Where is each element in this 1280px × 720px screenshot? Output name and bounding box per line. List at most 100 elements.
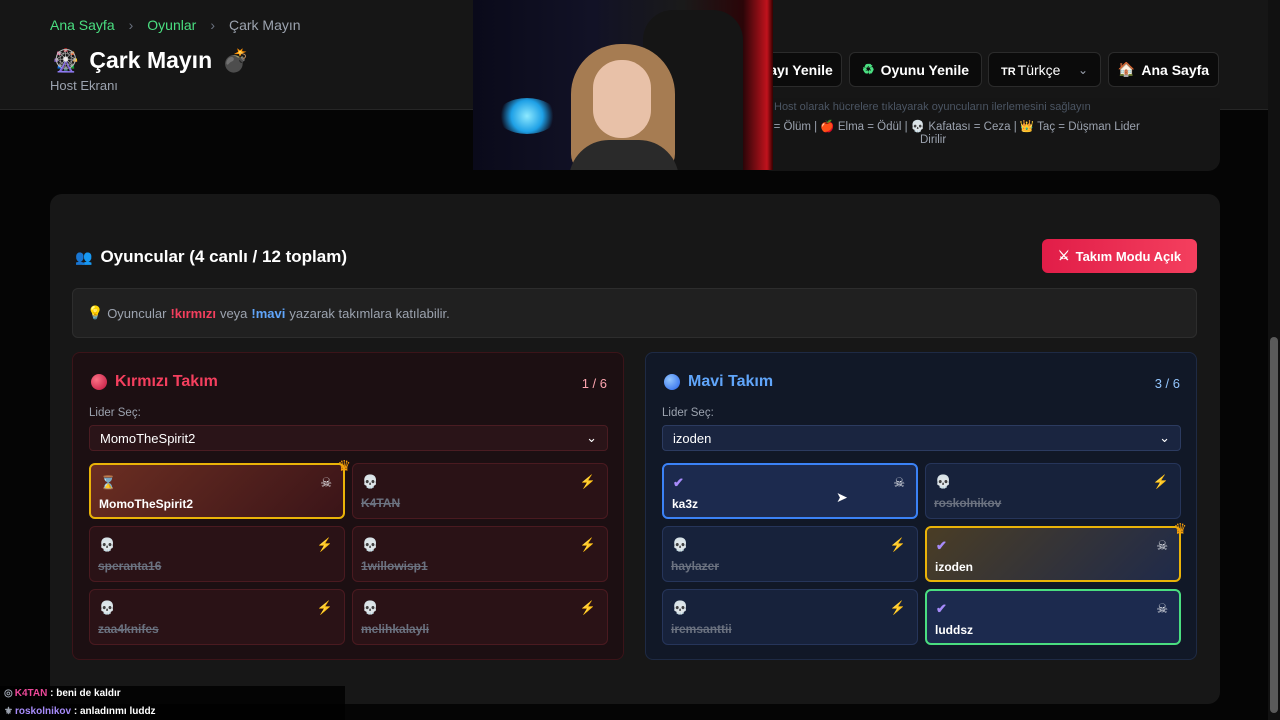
player-card[interactable]: 💀 1willowisp1 ⚡ [352,526,608,582]
chevron-right-icon: › [128,17,134,33]
player-card[interactable]: 💀 iremsanttii ⚡ [662,589,918,645]
info-legend: Host olarak hücrelere tıklayarak oyuncul… [760,98,1220,171]
skull-icon: 💀 [935,474,952,489]
skull-icon: 💀 [672,600,689,615]
team-mode-label: Takım Modu Açık [1075,248,1182,264]
lightning-icon[interactable]: ⚡ [580,600,596,616]
lightning-icon[interactable]: ⚡ [317,537,333,553]
player-card[interactable]: ✔ luddsz ☠ [925,589,1181,645]
players-heading: 👥 Oyuncular (4 canlı / 12 toplam) [75,247,347,267]
crossed-swords-icon: ⚔ [1057,248,1070,263]
language-value: TR Türkçe [1001,62,1060,78]
language-label: Türkçe [1017,61,1061,78]
chat-username: K4TAN [14,688,48,699]
skull-icon: 💀 [672,537,689,552]
hint-prefix: Oyuncular [107,305,167,321]
webcam-face [593,60,651,138]
bomb-icon: 💣 [222,47,250,73]
red-leader-label: Lider Seç: [89,407,141,419]
lightning-icon[interactable]: ⚡ [580,537,596,553]
recycle-icon: ♻ [862,61,875,77]
chat-overlay: ◎ K4TAN : beni de kaldır ⚜ roskolnikov : a… [0,686,345,720]
lightning-icon[interactable]: ⚡ [890,600,906,616]
red-team-title: Kırmızı Takım [91,373,218,391]
chat-message: ◎ K4TAN : beni de kaldır [4,688,121,699]
check-icon: ✔ [936,538,947,553]
breadcrumb-home-link[interactable]: Ana Sayfa [50,17,115,33]
skull-icon: 💀 [99,600,116,615]
player-card[interactable]: ✔ izoden ☠ ♛ [925,521,1187,582]
skull-crossbones-icon[interactable]: ☠ [320,475,332,491]
player-name: izoden [935,560,973,574]
lightbulb-icon: 💡 [87,305,104,320]
lightning-icon[interactable]: ⚡ [580,474,596,490]
player-card[interactable]: ✔ ka3z ☠ [662,463,918,519]
red-circle-icon [91,374,107,390]
scrollbar-thumb[interactable] [1270,337,1278,713]
crown-icon: ♛ [337,458,351,475]
players-title: Oyuncular (4 canlı / 12 toplam) [100,247,348,266]
player-name: ka3z [672,497,699,511]
mouse-cursor-icon: ➤ [836,489,848,505]
chevron-right-icon: › [210,17,215,33]
breadcrumb-current: Çark Mayın [228,17,301,33]
player-card[interactable]: 💀 melihkalayli ⚡ [352,589,608,645]
red-team-name: Kırmızı Takım [115,373,218,390]
skull-icon: 💀 [362,474,379,489]
info-instructions: Host olarak hücrelere tıklayarak oyuncul… [774,101,1091,113]
chat-text: : anladınmı luddz [73,706,156,717]
page-title: 🎡 Çark Mayın 💣 [52,47,250,74]
scrollbar[interactable] [1268,0,1280,720]
check-icon: ✔ [936,601,947,616]
player-card[interactable]: 💀 zaa4knifes ⚡ [89,589,345,645]
page: Ana Sayfa › Oyunlar › Çark Mayın 🎡 Çark … [0,0,1280,720]
home-button[interactable]: 🏠 Ana Sayfa [1108,52,1219,87]
webcam-light [497,98,557,134]
chat-message: ⚜ roskolnikov : anladınmı luddz [4,706,156,717]
player-card[interactable]: ⌛ MomoTheSpirit2 ☠ ♛ [89,458,351,519]
hint-middle: veya [219,305,248,321]
reset-round-label: ayı Yenile [769,61,833,78]
breadcrumb-games-link[interactable]: Oyunlar [147,17,196,33]
blue-leader-label: Lider Seç: [662,407,714,419]
blue-leader-select[interactable]: izoden ⌄ [662,425,1181,451]
skull-crossbones-icon[interactable]: ☠ [893,475,905,491]
breadcrumb: Ana Sayfa › Oyunlar › Çark Mayın [50,17,301,33]
users-icon: 👥 [75,248,93,265]
blue-team-count: 3 / 6 [1154,376,1180,391]
skull-crossbones-icon[interactable]: ☠ [1156,601,1168,617]
player-card[interactable]: 💀 K4TAN ⚡ [352,463,608,519]
players-panel: 👥 Oyuncular (4 canlı / 12 toplam) ⚔ Takı… [50,194,1220,704]
red-team-panel: Kırmızı Takım 1 / 6 Lider Seç: MomoTheSp… [72,352,624,660]
player-name: roskolnikov [934,496,1002,510]
chevron-down-icon: ⌄ [1159,430,1170,445]
red-leader-select[interactable]: MomoTheSpirit2 ⌄ [89,425,608,451]
blue-circle-icon [664,374,680,390]
player-card[interactable]: 💀 roskolnikov ⚡ [925,463,1181,519]
player-name: haylazer [671,559,720,573]
lightning-icon[interactable]: ⚡ [890,537,906,553]
player-card[interactable]: 💀 speranta16 ⚡ [89,526,345,582]
join-hint: 💡 Oyuncular !kırmızı veya !mavi yazarak … [72,288,1197,338]
chat-username: roskolnikov [14,706,72,717]
player-name: luddsz [935,623,973,637]
page-subtitle: Host Ekranı [50,78,118,93]
red-team-count: 1 / 6 [581,376,607,391]
player-card[interactable]: 💀 haylazer ⚡ [662,526,918,582]
lightning-icon[interactable]: ⚡ [317,600,333,616]
blue-team-title: Mavi Takım [664,373,773,391]
hint-blue-command: !mavi [251,305,286,321]
player-name: speranta16 [98,559,162,573]
info-legend-line-2: Dirilir [920,134,947,146]
hourglass-icon: ⌛ [100,475,117,490]
skull-icon: 💀 [362,537,379,552]
team-mode-button[interactable]: ⚔ Takım Modu Açık [1042,239,1197,273]
chat-text: : beni de kaldır [50,688,121,699]
info-legend-line: n = Ölüm | 🍎 Elma = Ödül | 💀 Kafatası = … [764,121,1140,133]
lightning-icon[interactable]: ⚡ [1153,474,1169,490]
blue-team-name: Mavi Takım [688,373,774,390]
reset-game-button[interactable]: ♻ Oyunu Yenile [849,52,982,87]
skull-crossbones-icon[interactable]: ☠ [1156,538,1168,554]
language-select[interactable]: TR Türkçe ⌄ [988,52,1101,87]
hint-suffix: yazarak takımlara katılabilir. [289,305,450,321]
